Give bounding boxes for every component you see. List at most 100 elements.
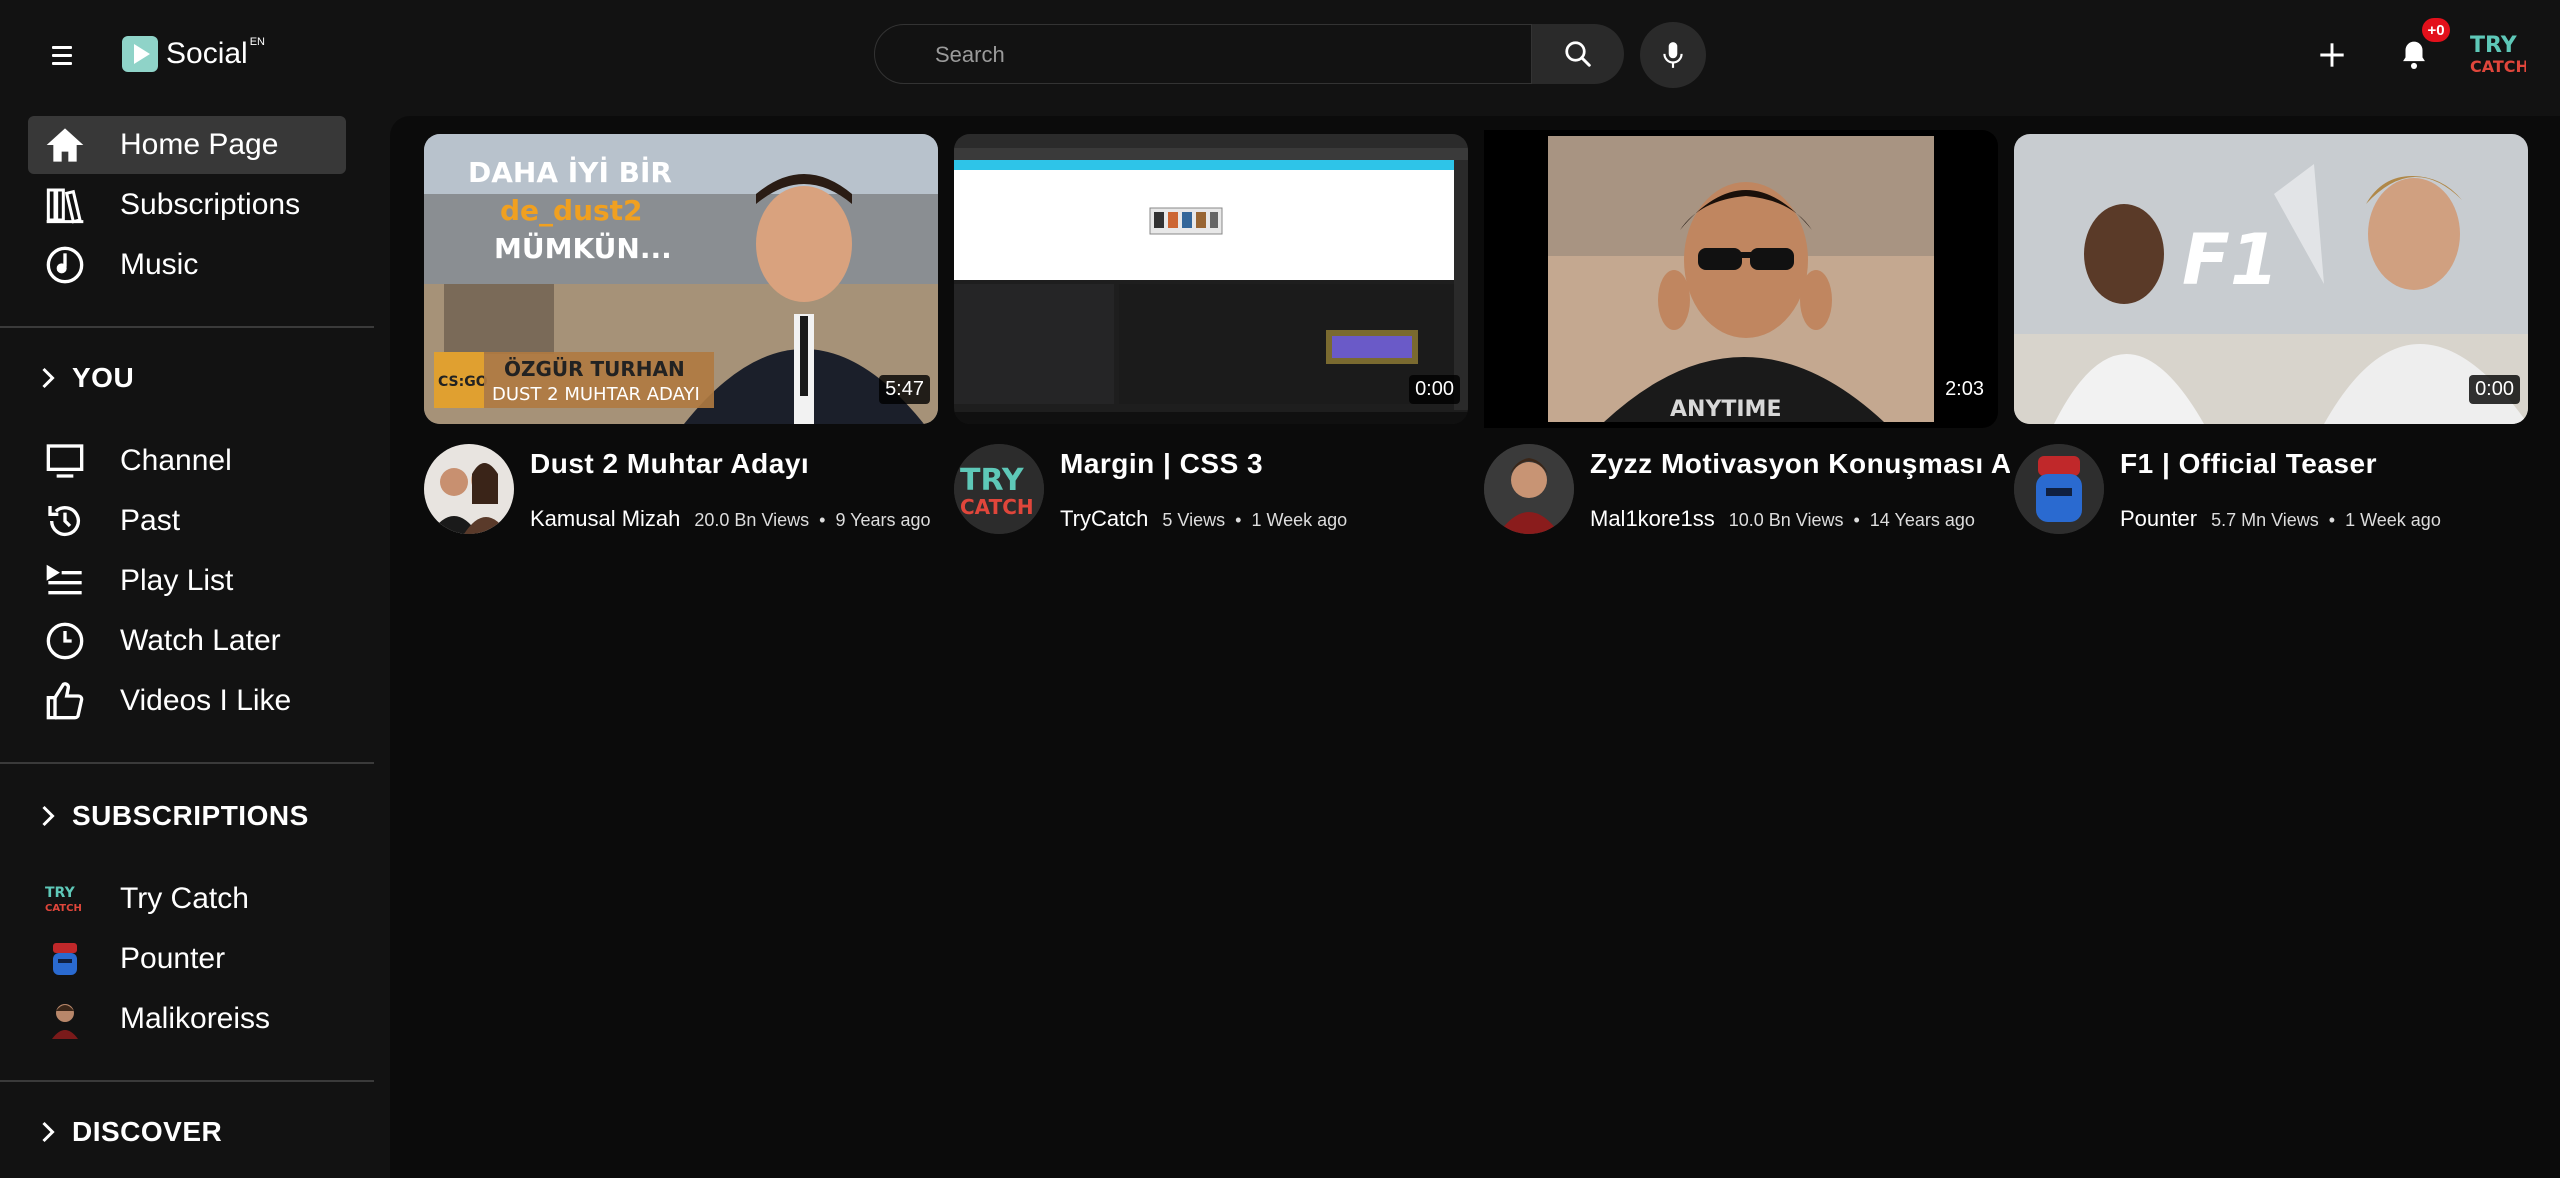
chevron-right-icon <box>40 363 60 393</box>
video-title[interactable]: Dust 2 Muhtar Adayı <box>530 448 950 480</box>
video-card[interactable]: 0:00 TRY CATCH Margin | CSS 3 TryCatch 5 … <box>954 134 1468 554</box>
video-title[interactable]: Margin | CSS 3 <box>1060 448 1480 480</box>
channel-avatar <box>44 999 86 1039</box>
svg-text:CATCH: CATCH <box>2470 57 2526 76</box>
search-input[interactable] <box>875 25 1517 85</box>
logo-text: Social <box>166 37 248 70</box>
logo-play-icon <box>122 36 158 72</box>
sidebar-item-past[interactable]: Past <box>28 492 346 550</box>
thumb-text: CS:GO <box>438 374 488 390</box>
sidebar-sub-malikoreiss[interactable]: Malikoreiss <box>28 990 346 1048</box>
user-avatar[interactable]: TRY CATCH <box>2468 28 2529 78</box>
view-count: 5 Views <box>1162 510 1226 530</box>
sidebar-divider <box>0 1080 374 1082</box>
upload-age: 1 Week ago <box>1251 510 1348 530</box>
chevron-right-icon <box>40 1117 60 1147</box>
separator-dot: • <box>1853 510 1860 530</box>
separator-dot: • <box>819 510 826 530</box>
sidebar-item-subscriptions[interactable]: Subscriptions <box>28 176 346 234</box>
channel-name[interactable]: Mal1kore1ss <box>1590 506 1715 532</box>
voice-search-button[interactable] <box>1640 22 1706 88</box>
sidebar-item-watch-later[interactable]: Watch Later <box>28 612 346 670</box>
search-box <box>874 24 1532 85</box>
channel-avatar[interactable] <box>424 444 514 534</box>
sidebar-item-home[interactable]: Home Page <box>28 116 346 174</box>
menu-icon[interactable] <box>44 38 84 72</box>
sidebar-item-playlist[interactable]: Play List <box>28 552 346 610</box>
upload-age: 14 Years ago <box>1869 510 1975 530</box>
svg-text:TRY: TRY <box>960 463 1025 498</box>
sidebar-sub-pounter[interactable]: Pounter <box>28 930 346 988</box>
thumbs-up-icon <box>42 678 88 724</box>
thumb-text: ANYTIME <box>1670 397 1781 422</box>
view-count: 5.7 Mn Views <box>2211 510 2319 530</box>
top-header: Social EN +0 TRYCATCH <box>0 0 2560 110</box>
svg-text:TRY: TRY <box>2470 33 2518 58</box>
section-title: YOU <box>72 362 135 393</box>
video-title[interactable]: Zyzz Motivasyon Konuşması A <box>1590 448 2010 480</box>
section-header-you[interactable]: YOU <box>40 356 134 400</box>
bell-icon <box>2403 41 2425 69</box>
sidebar-item-label: Channel <box>120 444 232 477</box>
sidebar-item-label: Malikoreiss <box>120 1002 271 1035</box>
music-icon <box>42 242 88 288</box>
video-card[interactable]: ANYTIME 2:03 Zyzz Motivasyon Konuşması A… <box>1484 130 2010 554</box>
video-card[interactable]: F1 0:00 F1 | Official Teaser Pounter 5.7… <box>2014 134 2528 554</box>
sidebar-item-label: Videos I Like <box>120 684 292 717</box>
sidebar: Home Page Subscriptions Music YOU Channe… <box>0 110 374 1178</box>
monitor-icon <box>42 438 88 484</box>
view-count: 20.0 Bn Views <box>694 510 810 530</box>
view-count: 10.0 Bn Views <box>1728 510 1844 530</box>
sidebar-item-label: Play List <box>120 564 234 597</box>
section-header-subscriptions[interactable]: SUBSCRIPTIONS <box>40 794 309 838</box>
sidebar-item-channel[interactable]: Channel <box>28 432 346 490</box>
video-thumbnail[interactable]: DAHA İYİ BİR de_dust2 MÜMKÜN... CS:GO ÖZ… <box>424 134 938 424</box>
sidebar-item-liked-videos[interactable]: Videos I Like <box>28 672 346 730</box>
thumb-text: de_dust2 <box>500 194 643 227</box>
video-duration: 2:03 <box>1939 375 1990 404</box>
video-meta: TryCatch 5 Views • 1 Week ago <box>1060 506 1347 532</box>
microphone-icon <box>1663 42 1683 68</box>
sidebar-item-label: Pounter <box>120 942 226 975</box>
video-thumbnail[interactable]: ANYTIME 2:03 <box>1484 130 1998 428</box>
search-button[interactable] <box>1532 24 1624 84</box>
logo-region: EN <box>249 36 265 48</box>
chevron-right-icon <box>40 801 60 831</box>
thumb-text: F1 <box>2182 219 2279 301</box>
home-icon <box>42 122 88 168</box>
create-button[interactable] <box>2312 32 2352 78</box>
thumb-text: MÜMKÜN... <box>494 231 672 265</box>
channel-avatar: TRY CATCH <box>44 879 86 919</box>
sidebar-item-label: Watch Later <box>120 624 281 657</box>
video-grid: DAHA İYİ BİR de_dust2 MÜMKÜN... CS:GO ÖZ… <box>390 116 2560 1178</box>
video-title[interactable]: F1 | Official Teaser <box>2120 448 2540 480</box>
channel-avatar[interactable] <box>1484 444 1574 534</box>
channel-avatar[interactable]: TRY CATCH <box>954 444 1044 534</box>
sidebar-item-music[interactable]: Music <box>28 236 346 294</box>
svg-text:TRY: TRY <box>45 885 76 901</box>
svg-text:CATCH: CATCH <box>45 903 82 914</box>
sidebar-divider <box>0 762 374 764</box>
video-meta: Mal1kore1ss 10.0 Bn Views • 14 Years ago <box>1590 506 1975 532</box>
video-meta: Pounter 5.7 Mn Views • 1 Week ago <box>2120 506 2441 532</box>
sidebar-item-label: Music <box>120 248 199 281</box>
video-thumbnail[interactable]: 0:00 <box>954 134 1468 424</box>
video-thumbnail[interactable]: F1 0:00 <box>2014 134 2528 424</box>
channel-avatar[interactable] <box>2014 444 2104 534</box>
separator-dot: • <box>1235 510 1242 530</box>
channel-name[interactable]: Kamusal Mizah <box>530 506 680 532</box>
thumb-text: ÖZGÜR TURHAN <box>504 357 685 381</box>
video-duration: 5:47 <box>879 375 930 404</box>
upload-age: 9 Years ago <box>835 510 931 530</box>
sidebar-sub-try-catch[interactable]: TRY CATCH Try Catch <box>28 870 346 928</box>
library-icon <box>42 182 88 228</box>
channel-name[interactable]: Pounter <box>2120 506 2197 532</box>
section-header-discover[interactable]: DISCOVER <box>40 1110 222 1154</box>
logo[interactable]: Social EN <box>122 34 265 76</box>
playlist-icon <box>42 558 88 604</box>
separator-dot: • <box>2328 510 2336 530</box>
sidebar-item-label: Try Catch <box>120 882 249 915</box>
sidebar-item-label: Past <box>120 504 181 537</box>
channel-name[interactable]: TryCatch <box>1060 506 1148 532</box>
video-card[interactable]: DAHA İYİ BİR de_dust2 MÜMKÜN... CS:GO ÖZ… <box>424 134 938 554</box>
